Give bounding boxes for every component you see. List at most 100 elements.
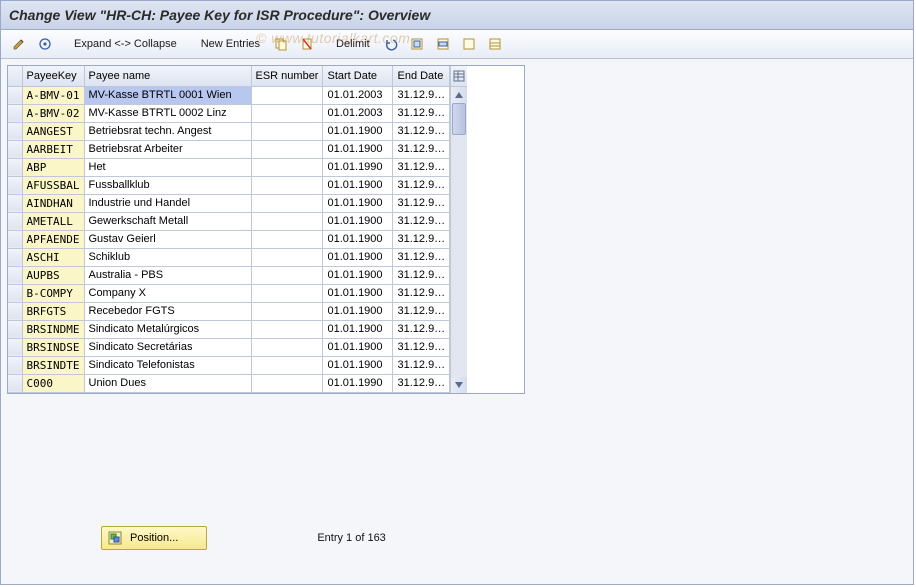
- cell-end-date[interactable]: 31.12.9…: [393, 338, 450, 356]
- cell-start-date[interactable]: 01.01.1900: [323, 122, 393, 140]
- row-selector[interactable]: [8, 212, 22, 230]
- table-row[interactable]: AMETALLGewerkschaft Metall01.01.190031.1…: [8, 212, 450, 230]
- row-selector[interactable]: [8, 356, 22, 374]
- cell-end-date[interactable]: 31.12.9…: [393, 104, 450, 122]
- table-row[interactable]: AINDHANIndustrie und Handel01.01.190031.…: [8, 194, 450, 212]
- select-block-icon[interactable]: [431, 33, 455, 55]
- cell-start-date[interactable]: 01.01.2003: [323, 104, 393, 122]
- deselect-all-icon[interactable]: [457, 33, 481, 55]
- cell-payee-key[interactable]: ABP: [22, 158, 84, 176]
- row-selector-header[interactable]: [8, 66, 22, 86]
- cell-payee-name[interactable]: Union Dues: [84, 374, 251, 392]
- cell-payee-name[interactable]: Betriebsrat techn. Angest: [84, 122, 251, 140]
- cell-esr-number[interactable]: [251, 212, 323, 230]
- cell-payee-name[interactable]: Company X: [84, 284, 251, 302]
- row-selector[interactable]: [8, 104, 22, 122]
- table-row[interactable]: B-COMPYCompany X01.01.190031.12.9…: [8, 284, 450, 302]
- row-selector[interactable]: [8, 230, 22, 248]
- cell-start-date[interactable]: 01.01.1990: [323, 374, 393, 392]
- table-row[interactable]: BRSINDMESindicato Metalúrgicos01.01.1900…: [8, 320, 450, 338]
- table-row[interactable]: BRSINDSESindicato Secretárias 01.01.19003…: [8, 338, 450, 356]
- delete-icon[interactable]: [295, 33, 319, 55]
- toggle-change-icon[interactable]: [7, 33, 31, 55]
- cell-start-date[interactable]: 01.01.1900: [323, 356, 393, 374]
- table-settings-icon[interactable]: [451, 66, 467, 87]
- delimit-button[interactable]: Delimit: [329, 33, 377, 55]
- table-row[interactable]: A-BMV-02MV-Kasse BTRTL 0002 Linz01.01.20…: [8, 104, 450, 122]
- cell-payee-name[interactable]: Gewerkschaft Metall: [84, 212, 251, 230]
- cell-start-date[interactable]: 01.01.1900: [323, 266, 393, 284]
- cell-esr-number[interactable]: [251, 122, 323, 140]
- col-header-esr-number[interactable]: ESR number: [251, 66, 323, 86]
- cell-esr-number[interactable]: [251, 374, 323, 392]
- row-selector[interactable]: [8, 284, 22, 302]
- cell-payee-key[interactable]: BRSINDTE: [22, 356, 84, 374]
- other-view-icon[interactable]: [33, 33, 57, 55]
- cell-start-date[interactable]: 01.01.1900: [323, 302, 393, 320]
- table-row[interactable]: AARBEITBetriebsrat Arbeiter01.01.190031.…: [8, 140, 450, 158]
- cell-payee-name[interactable]: MV-Kasse BTRTL 0002 Linz: [84, 104, 251, 122]
- col-header-start-date[interactable]: Start Date: [323, 66, 393, 86]
- cell-payee-name[interactable]: Betriebsrat Arbeiter: [84, 140, 251, 158]
- scroll-up-icon[interactable]: [451, 87, 467, 103]
- table-row[interactable]: ABPHet01.01.199031.12.9…: [8, 158, 450, 176]
- cell-payee-name[interactable]: Schiklub: [84, 248, 251, 266]
- row-selector[interactable]: [8, 122, 22, 140]
- cell-payee-key[interactable]: AANGEST: [22, 122, 84, 140]
- cell-payee-key[interactable]: BRSINDME: [22, 320, 84, 338]
- scroll-track[interactable]: [451, 103, 467, 377]
- cell-end-date[interactable]: 31.12.9…: [393, 212, 450, 230]
- row-selector[interactable]: [8, 248, 22, 266]
- cell-esr-number[interactable]: [251, 194, 323, 212]
- cell-esr-number[interactable]: [251, 158, 323, 176]
- row-selector[interactable]: [8, 176, 22, 194]
- row-selector[interactable]: [8, 374, 22, 392]
- cell-start-date[interactable]: 01.01.1900: [323, 338, 393, 356]
- table-row[interactable]: A-BMV-01MV-Kasse BTRTL 0001 Wien01.01.20…: [8, 86, 450, 104]
- cell-payee-name[interactable]: Sindicato Secretárias: [84, 338, 251, 356]
- cell-end-date[interactable]: 31.12.9…: [393, 140, 450, 158]
- row-selector[interactable]: [8, 194, 22, 212]
- undo-change-icon[interactable]: [379, 33, 403, 55]
- cell-payee-key[interactable]: ASCHI: [22, 248, 84, 266]
- cell-payee-key[interactable]: AINDHAN: [22, 194, 84, 212]
- col-header-payee-name[interactable]: Payee name: [84, 66, 251, 86]
- payee-table[interactable]: PayeeKey Payee name ESR number Start Dat…: [8, 66, 450, 393]
- cell-payee-name[interactable]: Gustav Geierl: [84, 230, 251, 248]
- cell-esr-number[interactable]: [251, 302, 323, 320]
- cell-esr-number[interactable]: [251, 284, 323, 302]
- position-button[interactable]: Position...: [101, 526, 207, 550]
- row-selector[interactable]: [8, 266, 22, 284]
- table-row[interactable]: AUPBSAustralia - PBS01.01.190031.12.9…: [8, 266, 450, 284]
- row-selector[interactable]: [8, 302, 22, 320]
- cell-payee-key[interactable]: BRSINDSE: [22, 338, 84, 356]
- new-entries-button[interactable]: New Entries: [194, 33, 267, 55]
- cell-start-date[interactable]: 01.01.1900: [323, 284, 393, 302]
- cell-payee-name[interactable]: Australia - PBS: [84, 266, 251, 284]
- cell-payee-key[interactable]: AUPBS: [22, 266, 84, 284]
- row-selector[interactable]: [8, 320, 22, 338]
- cell-payee-name[interactable]: Industrie und Handel: [84, 194, 251, 212]
- table-row[interactable]: AFUSSBALFussballklub01.01.190031.12.9…: [8, 176, 450, 194]
- col-header-payee-key[interactable]: PayeeKey: [22, 66, 84, 86]
- cell-end-date[interactable]: 31.12.9…: [393, 176, 450, 194]
- cell-end-date[interactable]: 31.12.9…: [393, 302, 450, 320]
- table-row[interactable]: C000Union Dues 01.01.199031.12.9…: [8, 374, 450, 392]
- cell-esr-number[interactable]: [251, 356, 323, 374]
- print-icon[interactable]: [483, 33, 507, 55]
- cell-end-date[interactable]: 31.12.9…: [393, 86, 450, 104]
- select-all-icon[interactable]: [405, 33, 429, 55]
- cell-end-date[interactable]: 31.12.9…: [393, 374, 450, 392]
- cell-payee-key[interactable]: C000: [22, 374, 84, 392]
- cell-esr-number[interactable]: [251, 86, 323, 104]
- cell-payee-key[interactable]: AFUSSBAL: [22, 176, 84, 194]
- col-header-end-date[interactable]: End Date: [393, 66, 450, 86]
- copy-as-icon[interactable]: [269, 33, 293, 55]
- cell-esr-number[interactable]: [251, 140, 323, 158]
- cell-esr-number[interactable]: [251, 176, 323, 194]
- table-row[interactable]: ASCHISchiklub01.01.190031.12.9…: [8, 248, 450, 266]
- cell-end-date[interactable]: 31.12.9…: [393, 284, 450, 302]
- cell-payee-key[interactable]: A-BMV-01: [22, 86, 84, 104]
- row-selector[interactable]: [8, 158, 22, 176]
- cell-start-date[interactable]: 01.01.1990: [323, 158, 393, 176]
